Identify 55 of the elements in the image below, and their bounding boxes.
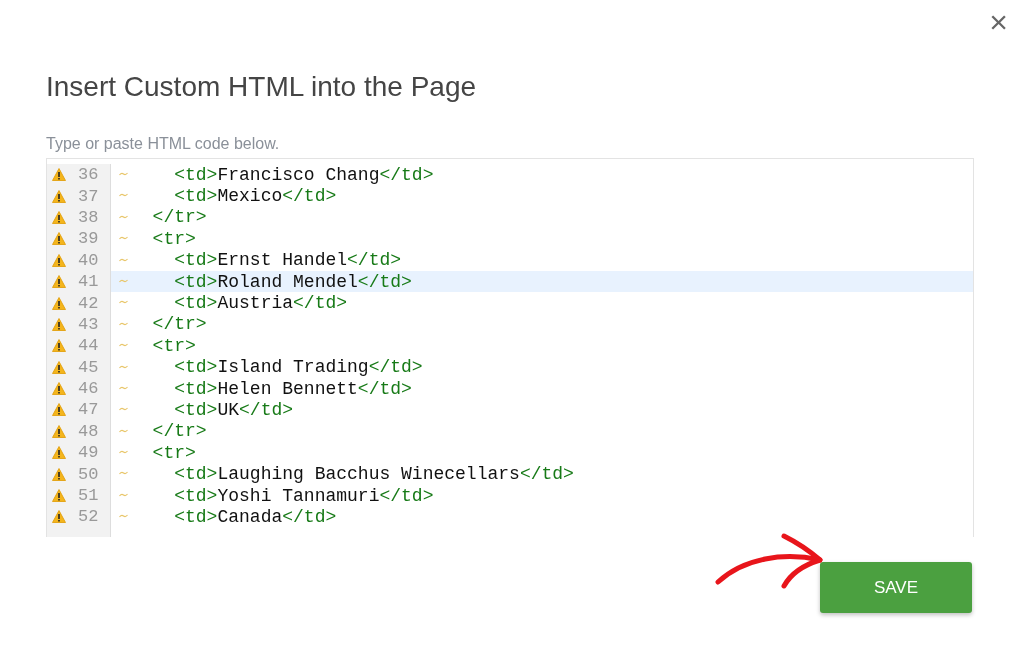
code-line: <tr> xyxy=(111,335,973,357)
dialog-title: Insert Custom HTML into the Page xyxy=(46,70,477,104)
line-number: 51 xyxy=(78,487,99,505)
line-number: 43 xyxy=(78,315,99,333)
code-line: <td>Laughing Bacchus Winecellars</td> xyxy=(111,463,973,485)
code-line: <td>Canada</td> xyxy=(111,506,973,528)
code-line: <tr> xyxy=(111,442,973,464)
save-button[interactable]: SAVE xyxy=(820,562,972,613)
fold-marker-icon xyxy=(119,343,128,348)
code-line: <td>UK</td> xyxy=(111,399,973,421)
fold-marker-icon xyxy=(119,236,128,241)
hint-text: Type or paste HTML code below. xyxy=(46,134,280,154)
fold-marker-icon xyxy=(119,321,128,326)
code-line: <td>Francisco Chang</td> xyxy=(111,164,973,186)
fold-marker-icon xyxy=(119,407,128,412)
line-number: 50 xyxy=(78,465,99,483)
code-line: <td>Ernst Handel</td> xyxy=(111,249,973,271)
fold-marker-icon xyxy=(119,514,128,519)
fold-marker-icon xyxy=(119,385,128,390)
code-line: <td>Helen Bennett</td> xyxy=(111,377,973,400)
line-number: 42 xyxy=(78,294,99,312)
line-number: 38 xyxy=(78,208,99,226)
fold-marker-icon xyxy=(119,428,128,433)
close-button[interactable]: × xyxy=(985,6,1012,38)
line-number: 40 xyxy=(78,251,99,269)
code-line: <td>Austria</td> xyxy=(111,292,973,314)
line-number: 46 xyxy=(78,380,99,398)
line-number: 41 xyxy=(78,273,99,291)
code-editor[interactable] xyxy=(46,158,974,537)
fold-marker-icon xyxy=(119,193,128,198)
fold-marker-icon xyxy=(119,257,128,262)
fold-marker-icon xyxy=(119,450,128,455)
line-number: 45 xyxy=(78,358,99,376)
fold-marker-icon xyxy=(119,471,128,476)
fold-marker-icon xyxy=(119,278,128,283)
code-line: <td>Island Trading</td> xyxy=(111,356,973,378)
code-line: </tr> xyxy=(111,420,973,443)
line-number: 48 xyxy=(78,422,99,440)
code-line: <tr> xyxy=(111,228,973,250)
fold-marker-icon xyxy=(119,214,128,219)
fold-marker-icon xyxy=(119,492,128,497)
line-number: 52 xyxy=(78,508,99,526)
line-number: 37 xyxy=(78,187,99,205)
line-number: 47 xyxy=(78,401,99,419)
line-number: 49 xyxy=(78,444,99,462)
code-line: <td>Mexico</td> xyxy=(111,185,973,207)
line-number: 36 xyxy=(78,166,99,184)
fold-marker-icon xyxy=(119,364,128,369)
fold-marker-icon xyxy=(119,300,128,305)
line-number: 44 xyxy=(78,337,99,355)
code-line: <td>Yoshi Tannamuri</td> xyxy=(111,484,973,507)
fold-marker-icon xyxy=(119,172,128,176)
code-line: </tr> xyxy=(111,206,973,229)
line-number: 39 xyxy=(78,230,99,248)
code-line: </tr> xyxy=(111,313,973,336)
